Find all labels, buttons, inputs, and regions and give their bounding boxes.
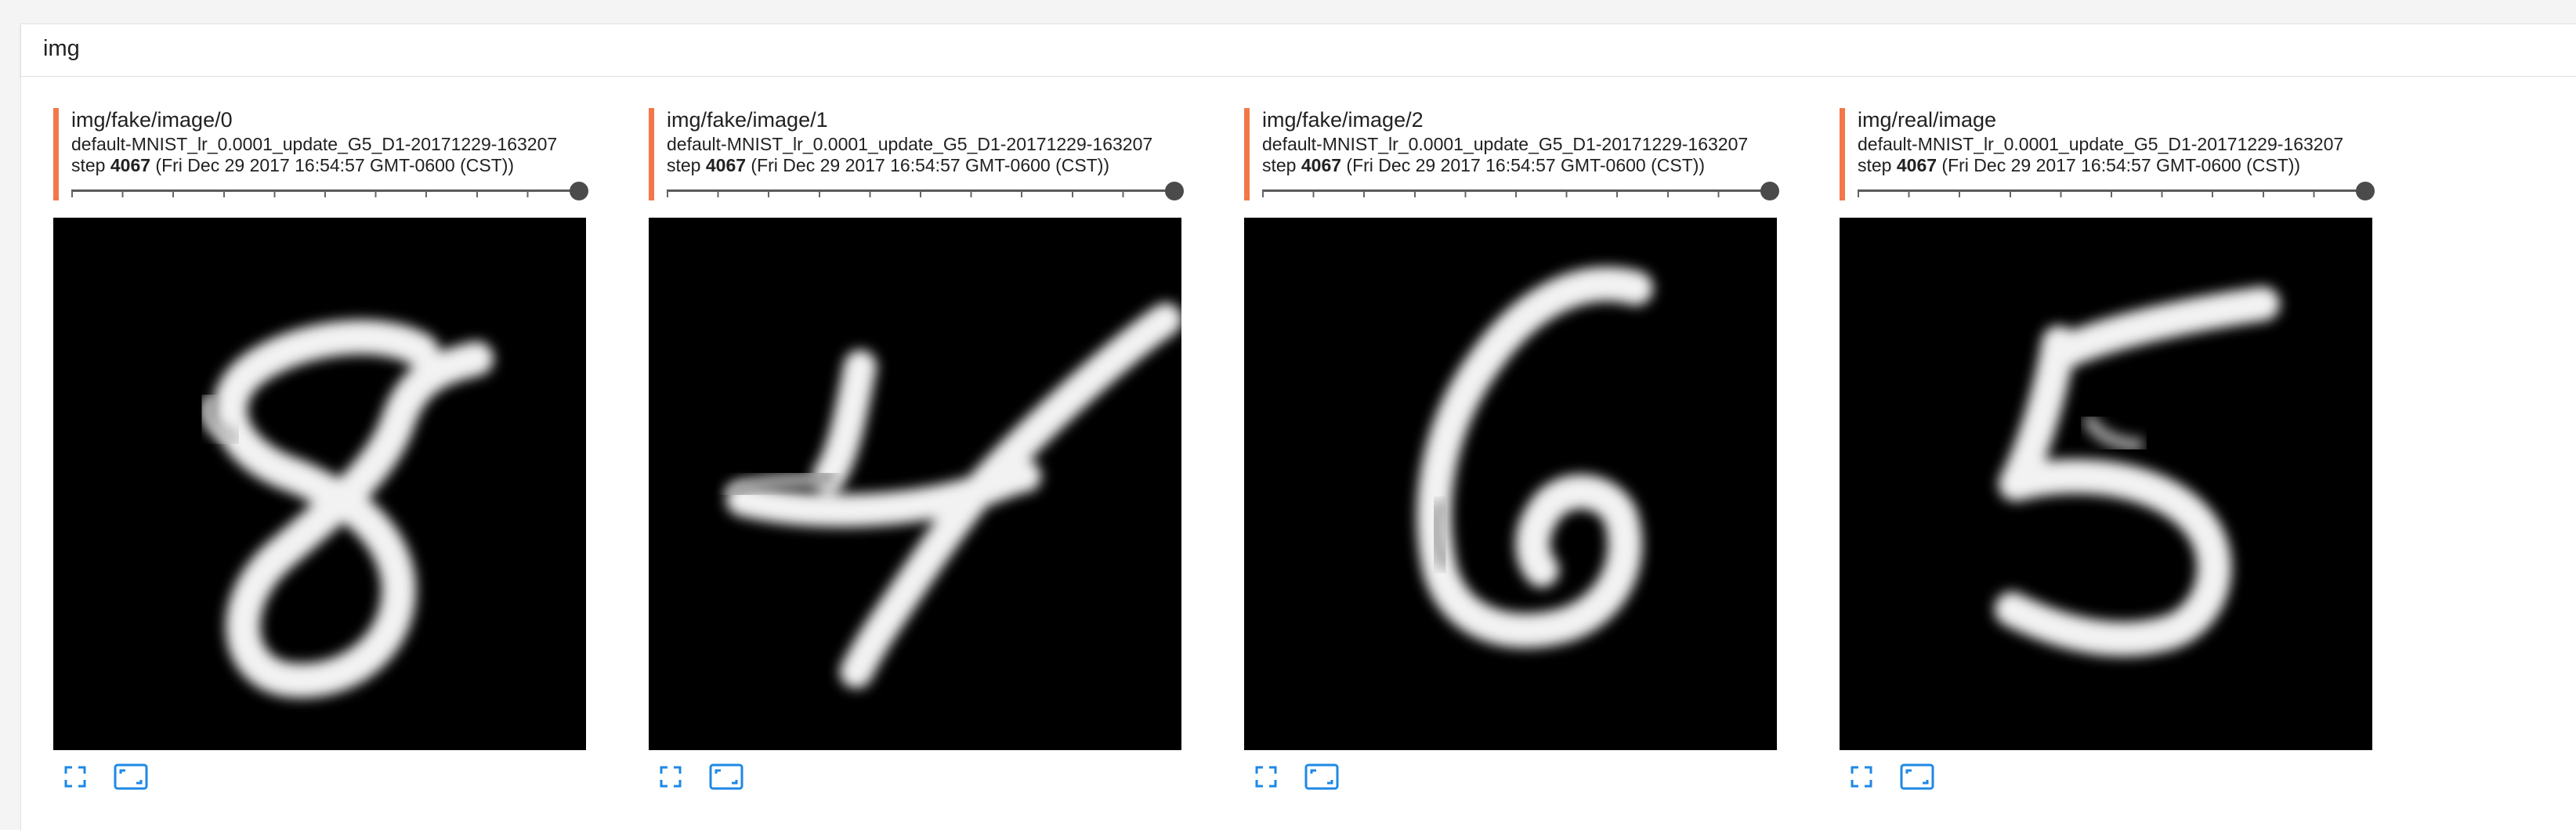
digit-five-image xyxy=(1995,287,2280,657)
actual-size-icon[interactable] xyxy=(1304,763,1340,791)
image-card: img/fake/image/0 default-MNIST_lr_0.0001… xyxy=(53,108,594,797)
image-tag: img/real/image xyxy=(1858,108,1997,132)
category-header[interactable]: img xyxy=(20,23,2576,77)
step-info: step 4067 (Fri Dec 29 2017 16:54:57 GMT-… xyxy=(1858,155,2300,176)
step-time: (Fri Dec 29 2017 16:54:57 GMT-0600 (CST)… xyxy=(746,155,1110,175)
fullscreen-icon[interactable] xyxy=(61,763,89,791)
card-header: img/real/image default-MNIST_lr_0.0001_u… xyxy=(1840,108,2380,200)
card-header: img/fake/image/1 default-MNIST_lr_0.0001… xyxy=(649,108,1189,200)
card-header: img/fake/image/2 default-MNIST_lr_0.0001… xyxy=(1244,108,1785,200)
run-name: default-MNIST_lr_0.0001_update_G5_D1-201… xyxy=(71,134,558,154)
category-title: img xyxy=(43,36,80,61)
digit-six-image xyxy=(1416,266,1653,648)
step-slider[interactable] xyxy=(1858,180,2375,202)
slider-knob[interactable] xyxy=(1165,182,1184,200)
image-tag: img/fake/image/0 xyxy=(71,108,233,132)
step-info: step 4067 (Fri Dec 29 2017 16:54:57 GMT-… xyxy=(71,155,514,176)
step-time: (Fri Dec 29 2017 16:54:57 GMT-0600 (CST)… xyxy=(150,155,515,175)
actual-size-icon[interactable] xyxy=(708,763,744,791)
card-header: img/fake/image/0 default-MNIST_lr_0.0001… xyxy=(53,108,594,200)
step-time: (Fri Dec 29 2017 16:54:57 GMT-0600 (CST)… xyxy=(1937,155,2301,175)
digit-image[interactable] xyxy=(1244,218,1777,750)
step-number: 4067 xyxy=(705,155,747,175)
step-number: 4067 xyxy=(1896,155,1937,175)
slider-ticks xyxy=(71,191,577,197)
step-info: step 4067 (Fri Dec 29 2017 16:54:57 GMT-… xyxy=(1262,155,1705,176)
image-card: img/real/image default-MNIST_lr_0.0001_u… xyxy=(1840,108,2380,797)
step-info: step 4067 (Fri Dec 29 2017 16:54:57 GMT-… xyxy=(667,155,1109,176)
slider-knob[interactable] xyxy=(570,182,588,200)
digit-image[interactable] xyxy=(53,218,586,750)
digit-image[interactable] xyxy=(1840,218,2372,750)
digit-eight-image xyxy=(199,319,494,698)
step-slider[interactable] xyxy=(1262,180,1779,202)
actual-size-icon[interactable] xyxy=(113,763,149,791)
image-card: img/fake/image/2 default-MNIST_lr_0.0001… xyxy=(1244,108,1785,797)
step-label: step xyxy=(1262,155,1301,175)
run-name: default-MNIST_lr_0.0001_update_G5_D1-201… xyxy=(667,134,1153,154)
digit-four-image xyxy=(726,303,1181,688)
actual-size-icon[interactable] xyxy=(1899,763,1935,791)
tensorboard-images-page: img img/fake/image/0 default-MNIST_lr_0.… xyxy=(0,0,2576,830)
step-slider[interactable] xyxy=(71,180,588,202)
step-time: (Fri Dec 29 2017 16:54:57 GMT-0600 (CST)… xyxy=(1341,155,1706,175)
step-label: step xyxy=(71,155,110,175)
image-tag: img/fake/image/1 xyxy=(667,108,828,132)
step-label: step xyxy=(1858,155,1897,175)
image-card: img/fake/image/1 default-MNIST_lr_0.0001… xyxy=(649,108,1189,797)
run-name: default-MNIST_lr_0.0001_update_G5_D1-201… xyxy=(1858,134,2344,154)
fullscreen-icon[interactable] xyxy=(1847,763,1876,791)
run-name: default-MNIST_lr_0.0001_update_G5_D1-201… xyxy=(1262,134,1749,154)
digit-image[interactable] xyxy=(649,218,1181,750)
slider-ticks xyxy=(667,191,1173,197)
step-number: 4067 xyxy=(110,155,151,175)
image-tag: img/fake/image/2 xyxy=(1262,108,1424,132)
step-label: step xyxy=(667,155,706,175)
slider-knob[interactable] xyxy=(1760,182,1779,200)
fullscreen-icon[interactable] xyxy=(657,763,685,791)
fullscreen-icon[interactable] xyxy=(1252,763,1280,791)
step-slider[interactable] xyxy=(667,180,1184,202)
slider-knob[interactable] xyxy=(2356,182,2375,200)
step-number: 4067 xyxy=(1301,155,1342,175)
slider-ticks xyxy=(1858,191,2364,197)
slider-ticks xyxy=(1262,191,1768,197)
